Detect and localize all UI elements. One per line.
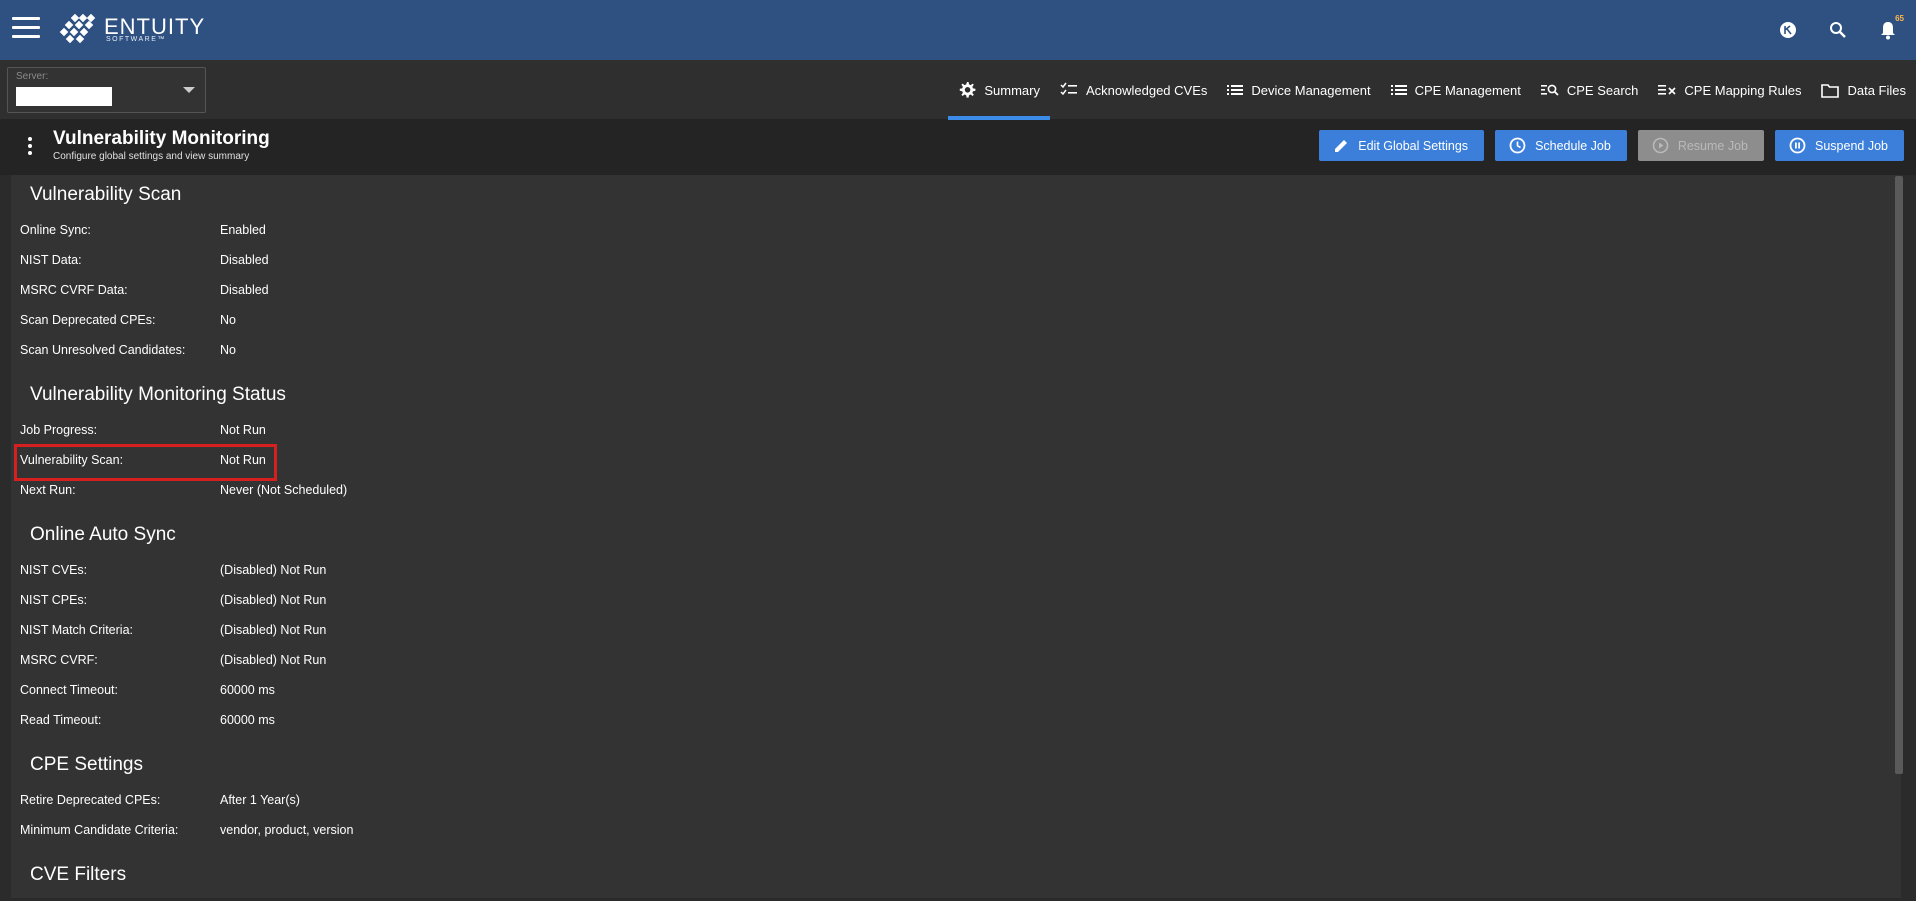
row-value: (Disabled) Not Run (220, 563, 327, 577)
entuity-logo[interactable]: ENTUITY SOFTWARE™ (58, 12, 218, 48)
row-label: NIST Match Criteria: (20, 623, 133, 637)
row-value: Disabled (220, 283, 269, 297)
folder-icon (1821, 83, 1840, 98)
pencil-icon (1335, 139, 1348, 152)
row-label: Next Run: (20, 483, 76, 497)
row-label: Read Timeout: (20, 713, 102, 727)
server-select-value (16, 87, 112, 106)
row-label: Connect Timeout: (20, 683, 118, 697)
tab-summary-label: Summary (984, 82, 1040, 98)
row-label: Retire Deprecated CPEs: (20, 793, 161, 807)
section-title-cpe-settings: CPE Settings (30, 754, 143, 775)
notification-count-badge: 65 (1895, 14, 1904, 23)
row-value: After 1 Year(s) (220, 793, 300, 807)
page-title: Vulnerability Monitoring (53, 128, 270, 149)
list-remove-icon (1658, 85, 1676, 95)
tab-cpe-management[interactable]: CPE Management (1381, 60, 1531, 120)
row-value: Never (Not Scheduled) (220, 483, 348, 497)
content-scrollbar[interactable] (1895, 176, 1903, 774)
top-app-bar: ENTUITY SOFTWARE™ 65 (0, 0, 1916, 60)
row-label: MSRC CVRF Data: (20, 283, 128, 297)
menu-icon[interactable] (12, 17, 40, 39)
tab-data-files[interactable]: Data Files (1811, 60, 1916, 120)
row-label: NIST Data: (20, 253, 82, 267)
search-icon[interactable] (1826, 18, 1850, 42)
row-label: Online Sync: (20, 223, 91, 237)
list-icon (1227, 85, 1244, 95)
tab-data-files-label: Data Files (1847, 82, 1906, 98)
resume-job-button[interactable]: Resume Job (1637, 130, 1765, 161)
section-title-online-auto-sync: Online Auto Sync (30, 524, 176, 545)
header-actions: Edit Global Settings Schedule Job Resume… (1319, 130, 1904, 161)
list-icon (1390, 85, 1407, 95)
checklist-icon (1060, 82, 1077, 96)
more-options-icon[interactable] (26, 137, 34, 155)
main-tabs: Summary Acknowledged CVEs Device Managem… (948, 60, 1916, 120)
tab-device-management-label: Device Management (1251, 82, 1371, 98)
pause-circle-icon (1789, 137, 1806, 154)
row-label: Job Progress: (20, 423, 98, 437)
row-label: Vulnerability Scan: (20, 453, 124, 467)
tab-acknowledged-cves[interactable]: Acknowledged CVEs (1050, 60, 1217, 120)
row-label: MSRC CVRF: (20, 653, 98, 667)
row-label: Scan Unresolved Candidates: (20, 343, 186, 357)
brand-subtitle: SOFTWARE™ (106, 36, 166, 43)
row-label: NIST CPEs: (20, 593, 88, 607)
tab-acknowledged-cves-label: Acknowledged CVEs (1085, 82, 1208, 98)
row-value: No (220, 343, 236, 357)
tab-device-management[interactable]: Device Management (1217, 60, 1380, 120)
row-value: Disabled (220, 253, 269, 267)
tab-cpe-search-label: CPE Search (1566, 82, 1639, 98)
row-value: (Disabled) Not Run (220, 593, 327, 607)
suspend-job-label: Suspend Job (1815, 138, 1888, 153)
row-value: No (220, 313, 236, 327)
row-value: vendor, product, version (220, 823, 354, 837)
tab-cpe-mapping-rules-label: CPE Mapping Rules (1684, 82, 1802, 98)
edit-global-settings-button[interactable]: Edit Global Settings (1319, 130, 1485, 161)
row-value: Enabled (220, 223, 266, 237)
row-value: 60000 ms (220, 683, 275, 697)
edit-global-settings-label: Edit Global Settings (1358, 138, 1469, 153)
timezone-icon[interactable] (1776, 18, 1800, 42)
row-label: NIST CVEs: (20, 563, 88, 577)
clock-icon (1509, 137, 1526, 154)
suspend-job-button[interactable]: Suspend Job (1775, 130, 1904, 161)
row-value: (Disabled) Not Run (220, 653, 327, 667)
page-subtitle: Configure global settings and view summa… (53, 151, 250, 162)
server-select-label: Server: (16, 71, 49, 82)
notifications-bell-icon[interactable]: 65 (1876, 14, 1904, 42)
row-value: Not Run (220, 453, 266, 467)
row-value: 60000 ms (220, 713, 275, 727)
tab-cpe-management-label: CPE Management (1414, 82, 1521, 98)
row-label: Minimum Candidate Criteria: (20, 823, 179, 837)
section-title-cve-filters: CVE Filters (30, 864, 127, 885)
logo-mark-icon (59, 14, 96, 44)
play-circle-icon (1652, 137, 1669, 154)
server-select[interactable]: Server: (7, 67, 206, 113)
tab-cpe-mapping-rules[interactable]: CPE Mapping Rules (1648, 60, 1811, 120)
tab-cpe-search[interactable]: CPE Search (1531, 60, 1649, 120)
resume-job-label: Resume Job (1677, 138, 1749, 153)
row-value: Not Run (220, 423, 266, 437)
row-value: (Disabled) Not Run (220, 623, 327, 637)
schedule-job-button[interactable]: Schedule Job (1495, 130, 1627, 161)
list-search-icon (1540, 84, 1559, 96)
section-title-vulnerability-scan: Vulnerability Scan (30, 184, 182, 205)
chevron-down-icon (183, 87, 195, 93)
summary-panel: Vulnerability Scan Online Sync: Enabled N… (11, 175, 1901, 898)
section-title-monitoring-status: Vulnerability Monitoring Status (30, 384, 286, 405)
tab-summary[interactable]: Summary (948, 60, 1050, 120)
schedule-job-label: Schedule Job (1535, 138, 1611, 153)
row-label: Scan Deprecated CPEs: (20, 313, 156, 327)
gear-icon (960, 82, 976, 98)
